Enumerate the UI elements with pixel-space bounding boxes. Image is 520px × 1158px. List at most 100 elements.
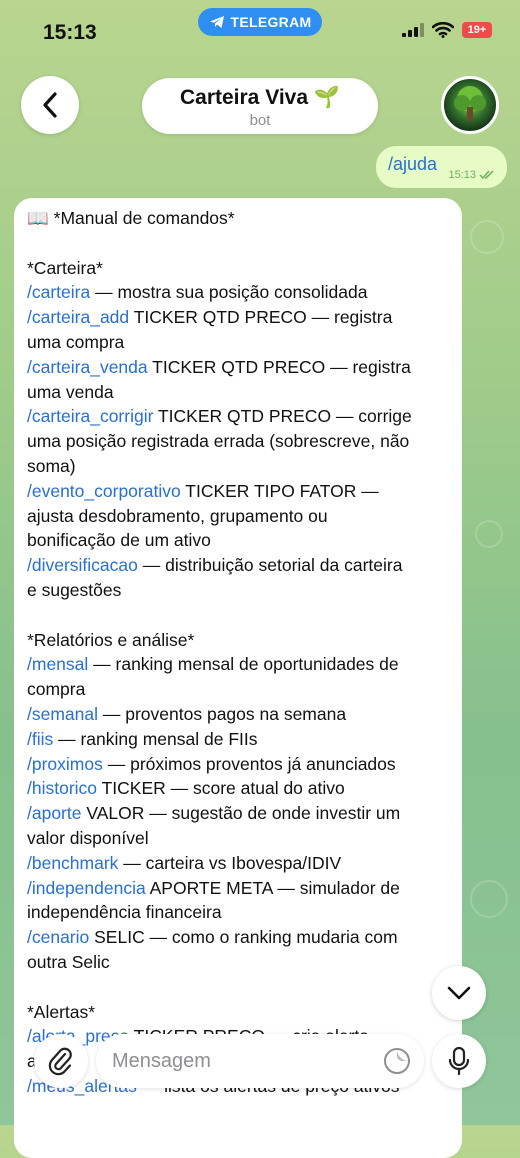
command-line: /independencia APORTE META — simulador d… — [27, 876, 449, 901]
battery-indicator: 19+ — [462, 22, 492, 38]
scroll-to-bottom-button[interactable] — [432, 966, 486, 1020]
message-text: 📖 *Manual de comandos* *Carteira*/carteir… — [27, 206, 449, 1099]
attach-button[interactable] — [34, 1034, 88, 1088]
paperclip-icon — [48, 1047, 72, 1076]
voice-message-button[interactable] — [432, 1034, 486, 1088]
message-line: independência financeira — [27, 900, 449, 925]
message-line: bonificação de um ativo — [27, 528, 449, 553]
message-line: uma posição registrada errada (sobrescre… — [27, 429, 449, 454]
background-doodle — [470, 880, 508, 918]
message-line-text: bonificação de um ativo — [27, 530, 211, 551]
message-line: e sugestões — [27, 578, 449, 603]
command-link[interactable]: /carteira_add — [27, 307, 129, 327]
message-line: soma) — [27, 454, 449, 479]
chat-subtitle: bot — [249, 112, 271, 129]
outgoing-command-link[interactable]: /ajuda — [388, 154, 437, 174]
command-link[interactable]: /carteira_corrigir — [27, 406, 153, 426]
command-link[interactable]: /benchmark — [27, 853, 118, 873]
message-line-text: — distribuição setorial da carteira — [137, 555, 403, 576]
message-line-text: independência financeira — [27, 902, 222, 923]
message-line: 📖 *Manual de comandos* — [27, 206, 449, 231]
tree-icon — [454, 86, 486, 121]
command-link[interactable]: /proximos — [27, 754, 103, 774]
command-link[interactable]: /cenario — [27, 927, 89, 947]
back-button[interactable] — [21, 76, 79, 134]
bot-avatar[interactable] — [441, 76, 499, 134]
message-line: outra Selic — [27, 950, 449, 975]
command-link[interactable]: /semanal — [27, 704, 98, 724]
command-link[interactable]: /mensal — [27, 654, 88, 674]
command-line: /semanal — proventos pagos na semana — [27, 702, 449, 727]
command-line: /carteira_corrigir TICKER QTD PRECO — co… — [27, 404, 449, 429]
message-line-text: outra Selic — [27, 951, 110, 972]
incoming-message: 📖 *Manual de comandos* *Carteira*/carteir… — [14, 198, 462, 1158]
message-line-text: *Alertas* — [27, 1001, 96, 1022]
wifi-icon — [432, 22, 454, 38]
message-line-text: 📖 *Manual de comandos* — [27, 208, 235, 228]
double-check-icon — [479, 170, 494, 180]
message-meta: 15:13 — [448, 169, 495, 181]
command-link[interactable]: /independencia — [27, 878, 146, 898]
command-line: /carteira_venda TICKER QTD PRECO — regis… — [27, 355, 449, 380]
outgoing-message[interactable]: /ajuda 15:13 — [376, 146, 507, 188]
message-line: ajusta desdobramento, grupamento ou — [27, 504, 449, 529]
message-line: compra — [27, 677, 449, 702]
chevron-down-icon — [447, 986, 471, 1000]
sticker-icon[interactable] — [382, 1046, 412, 1076]
command-link[interactable]: /evento_corporativo — [27, 481, 181, 501]
command-link[interactable]: /carteira — [27, 282, 90, 302]
message-line-text: TICKER TIPO FATOR — — [180, 480, 379, 501]
command-line: /carteira — mostra sua posição consolida… — [27, 280, 449, 305]
command-line: /evento_corporativo TICKER TIPO FATOR — — [27, 479, 449, 504]
microphone-icon — [448, 1046, 470, 1076]
chevron-left-icon — [43, 92, 57, 118]
message-line-text: TICKER QTD PRECO — corrige — [153, 406, 412, 427]
command-line: /historico TICKER — score atual do ativo — [27, 776, 449, 801]
message-line: *Alertas* — [27, 1000, 449, 1025]
message-line-text: — ranking mensal de FIIs — [53, 728, 258, 749]
command-line: /diversificacao — distribuição setorial … — [27, 553, 449, 578]
command-line: /mensal — ranking mensal de oportunidade… — [27, 652, 449, 677]
message-line-text: TICKER — score atual do ativo — [97, 778, 345, 799]
message-line-text: uma venda — [27, 381, 114, 402]
command-line: /carteira_add TICKER QTD PRECO — registr… — [27, 305, 449, 330]
message-line-text: TICKER QTD PRECO — registra — [147, 356, 411, 377]
message-line-text: *Relatórios e análise* — [27, 629, 195, 650]
return-to-telegram-pill[interactable]: TELEGRAM — [198, 8, 322, 36]
message-line: uma compra — [27, 330, 449, 355]
message-input-placeholder: Mensagem — [112, 1050, 211, 1072]
message-line: valor disponível — [27, 826, 449, 851]
command-line: /cenario SELIC — como o ranking mudaria … — [27, 925, 449, 950]
command-line: /benchmark — carteira vs Ibovespa/IDIV — [27, 851, 449, 876]
command-line: /aporte VALOR — sugestão de onde investi… — [27, 801, 449, 826]
message-input[interactable]: Mensagem — [96, 1034, 424, 1088]
message-line: uma venda — [27, 380, 449, 405]
message-line-text: uma compra — [27, 331, 125, 352]
command-link[interactable]: /fiis — [27, 729, 53, 749]
message-line-text: compra — [27, 679, 86, 700]
command-line: /proximos — próximos proventos já anunci… — [27, 752, 449, 777]
chat-title-pill[interactable]: Carteira Viva 🌱 bot — [142, 78, 378, 134]
message-line-text: *Carteira* — [27, 257, 103, 278]
status-time: 15:13 — [43, 21, 97, 44]
message-line-text: APORTE META — simulador de — [145, 877, 400, 898]
message-line-text: valor disponível — [27, 827, 149, 848]
message-line-text: — mostra sua posição consolidada — [90, 282, 368, 303]
status-bar: 15:13 TELEGRAM 19+ — [0, 0, 520, 64]
command-link[interactable]: /carteira_venda — [27, 357, 148, 377]
message-line-text: uma posição registrada errada (sobrescre… — [27, 431, 410, 452]
message-line-text: — carteira vs Ibovespa/IDIV — [118, 852, 342, 873]
command-link[interactable]: /historico — [27, 778, 97, 798]
message-time: 15:13 — [448, 169, 476, 181]
message-line-text: SELIC — como o ranking mudaria com — [89, 927, 398, 948]
command-link[interactable]: /diversificacao — [27, 555, 138, 575]
cellular-signal-icon — [402, 23, 424, 37]
command-link[interactable]: /aporte — [27, 803, 81, 823]
message-line: *Carteira* — [27, 256, 449, 281]
command-line: /fiis — ranking mensal de FIIs — [27, 727, 449, 752]
status-icons: 19+ — [402, 22, 492, 38]
message-line-text: e sugestões — [27, 579, 122, 600]
background-doodle — [470, 220, 504, 254]
